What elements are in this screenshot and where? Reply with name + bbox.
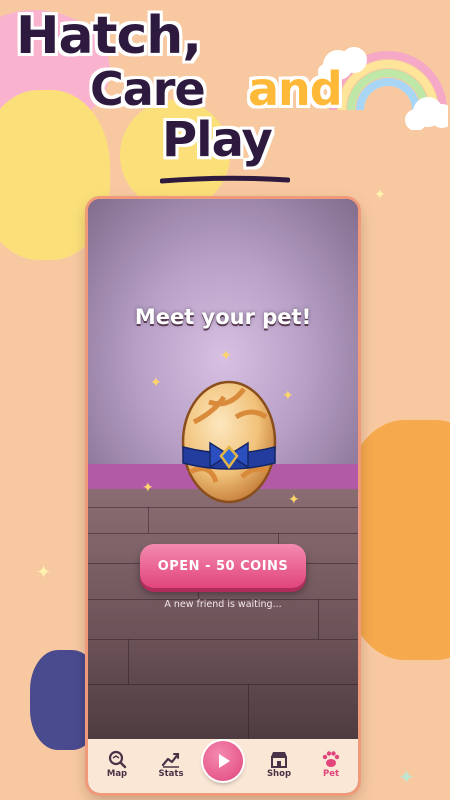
sparkle-icon: ✦ <box>288 492 300 508</box>
phone-screen: Meet your pet! ✦ ✦ ✦ ✦ ✦ OPEN - 50 COINS… <box>88 199 358 793</box>
sparkle-icon: ✦ <box>220 348 232 364</box>
headline-line-1: Hatch, <box>16 6 202 66</box>
headline-underline <box>160 175 290 184</box>
sparkle-icon: ✦ <box>150 375 162 391</box>
bottom-nav: Map Stats Shop Pet <box>88 739 358 793</box>
map-search-icon <box>108 750 127 769</box>
sparkle-icon: ✦ <box>142 480 154 496</box>
headline: Hatch, Care and Play <box>0 0 450 200</box>
waiting-subtitle: A new friend is waiting... <box>164 599 282 610</box>
nav-label-map: Map <box>106 769 128 779</box>
room-floor <box>88 489 358 739</box>
screen-title: Meet your pet! <box>134 305 312 329</box>
play-icon <box>219 754 230 768</box>
headline-line-2: Care <box>90 62 206 116</box>
play-button[interactable] <box>203 741 243 781</box>
nav-label-shop: Shop <box>266 769 292 779</box>
headline-accent: and <box>248 62 343 116</box>
paw-icon <box>322 751 340 767</box>
nav-item-stats[interactable]: Stats <box>144 739 198 793</box>
nav-item-map[interactable]: Map <box>90 739 144 793</box>
nav-label-pet: Pet <box>322 769 340 779</box>
nav-label-stats: Stats <box>158 769 184 779</box>
open-egg-button[interactable]: OPEN - 50 COINS <box>140 544 306 588</box>
shop-icon <box>271 752 287 768</box>
sparkle-icon: ✦ <box>36 562 52 583</box>
pet-room: Meet your pet! ✦ ✦ ✦ ✦ ✦ OPEN - 50 COINS… <box>88 199 358 739</box>
headline-line-3: Play <box>162 112 273 168</box>
nav-item-shop[interactable]: Shop <box>252 739 306 793</box>
sparkle-icon: ✦ <box>398 765 415 789</box>
stats-chart-icon <box>161 752 180 768</box>
nav-item-pet[interactable]: Pet <box>304 739 358 793</box>
pet-egg[interactable] <box>174 367 284 507</box>
